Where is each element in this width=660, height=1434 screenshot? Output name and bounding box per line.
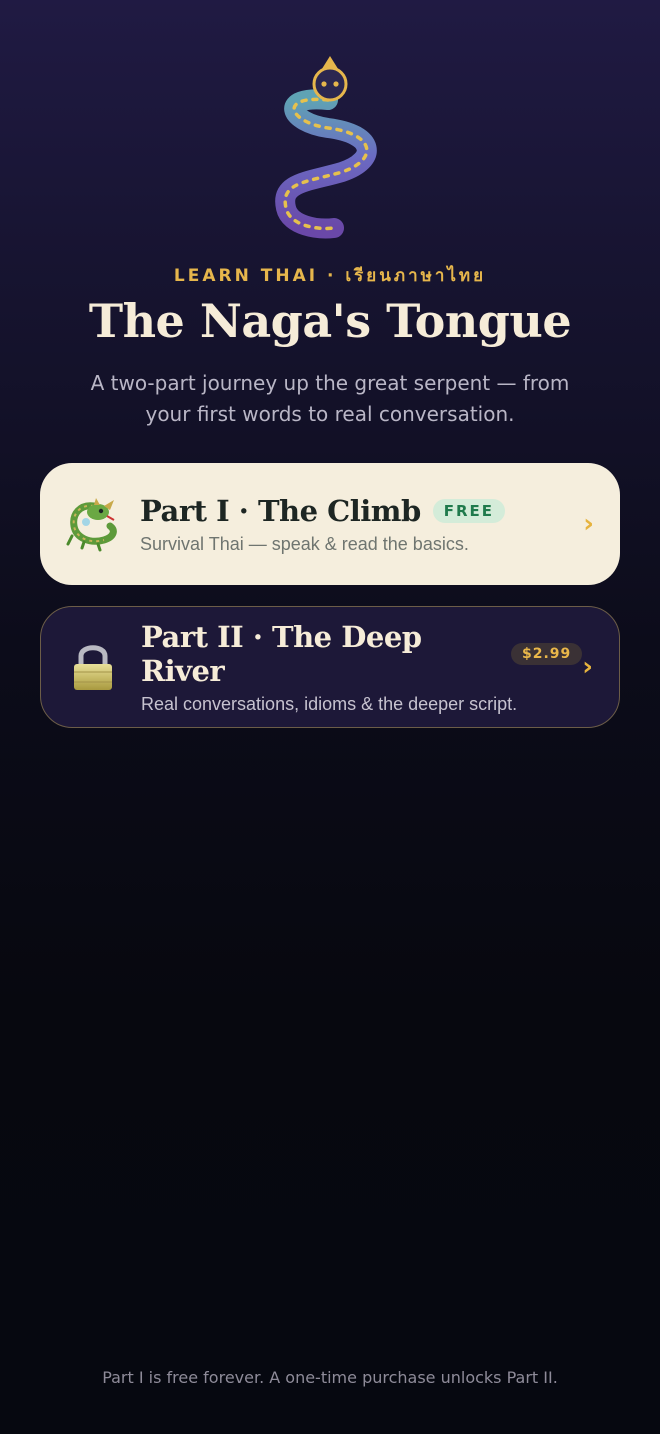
serpent-logo-icon bbox=[268, 50, 392, 246]
footer-note: Part I is free forever. A one-time purch… bbox=[102, 1368, 558, 1387]
part-2-card[interactable]: Part II · The Deep River $2.99 Real conv… bbox=[40, 606, 620, 728]
page-title: The Naga's Tongue bbox=[88, 294, 572, 348]
chevron-right-icon: › bbox=[582, 652, 593, 682]
lock-icon bbox=[65, 639, 121, 695]
free-badge: FREE bbox=[432, 498, 506, 523]
chevron-right-icon: › bbox=[583, 509, 594, 539]
part-1-title: Part I · The Climb bbox=[140, 493, 421, 528]
part-2-title: Part II · The Deep River bbox=[141, 619, 422, 688]
part-1-card[interactable]: Part I · The Climb FREE Survival Thai — … bbox=[40, 463, 620, 585]
page-subtitle: A two-part journey up the great serpent … bbox=[90, 371, 570, 426]
dragon-icon bbox=[64, 496, 120, 552]
part-1-description: Survival Thai — speak & read the basics. bbox=[140, 533, 469, 554]
app-kicker: LEARN THAI · เรียนภาษาไทย bbox=[173, 266, 487, 286]
price-badge: $2.99 bbox=[510, 642, 583, 665]
part-2-description: Real conversations, idioms & the deeper … bbox=[141, 693, 518, 714]
